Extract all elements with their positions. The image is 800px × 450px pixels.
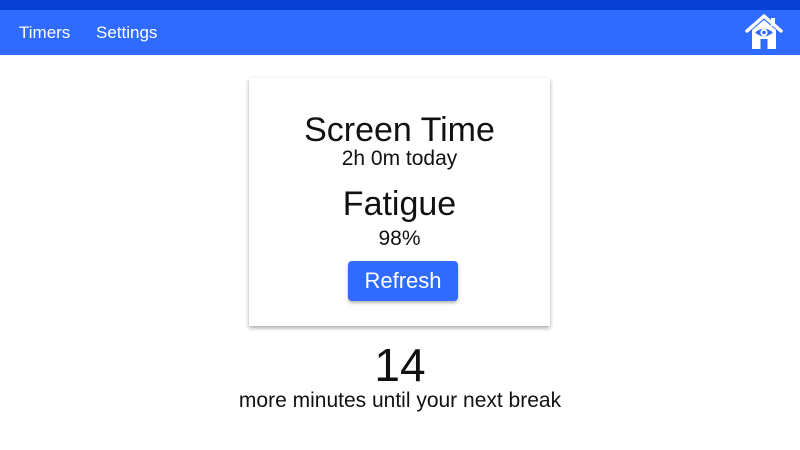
house-with-eye-icon: [745, 14, 783, 49]
top-status-strip: [0, 0, 800, 10]
screen-time-title: Screen Time: [304, 111, 495, 149]
nav-item-timers[interactable]: Timers: [19, 10, 70, 55]
fatigue-value: 98%: [378, 227, 421, 250]
home-icon[interactable]: [744, 12, 784, 52]
screen-time-card: Screen Time 2h 0m today Fatigue 98% Refr…: [249, 78, 550, 326]
break-countdown-minutes: 14: [374, 339, 426, 391]
break-countdown-caption: more minutes until your next break: [238, 389, 562, 412]
fatigue-title: Fatigue: [342, 185, 457, 223]
refresh-button[interactable]: Refresh: [348, 261, 458, 301]
nav-item-settings[interactable]: Settings: [96, 10, 157, 55]
screen-time-value: 2h 0m today: [341, 147, 458, 170]
navigation-bar: Timers Settings: [0, 10, 800, 55]
